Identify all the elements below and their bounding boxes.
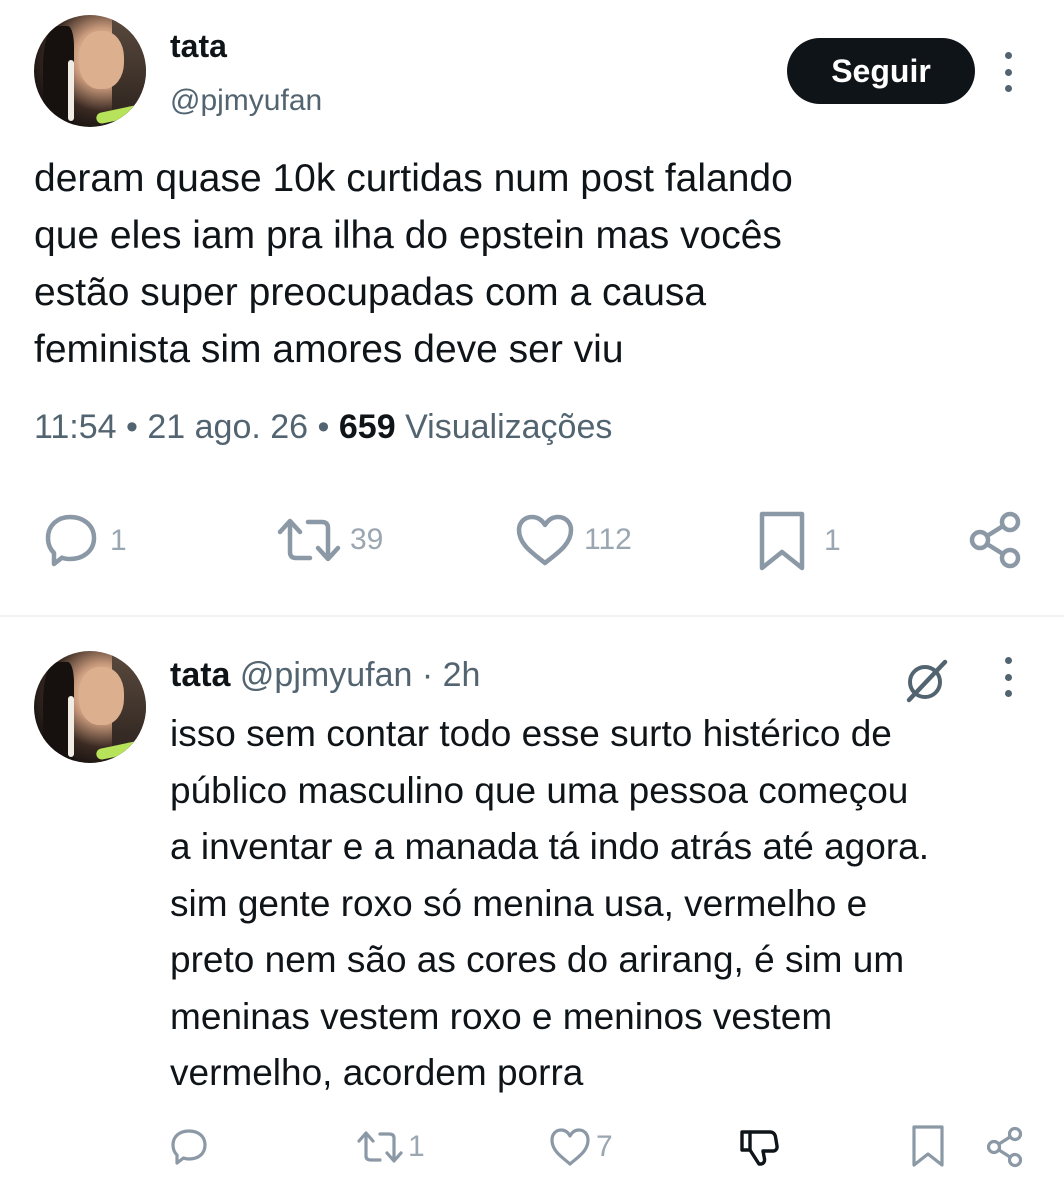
views-label: Visualizações [405, 408, 613, 446]
share-button[interactable] [984, 1126, 1026, 1168]
more-icon[interactable] [998, 657, 1018, 697]
like-button[interactable]: 7 [548, 1126, 613, 1168]
views-count: 659 [338, 408, 396, 446]
more-icon[interactable] [998, 52, 1018, 92]
avatar[interactable] [34, 651, 146, 763]
like-count: 7 [596, 1130, 613, 1163]
downvote-button[interactable] [738, 1126, 780, 1168]
meta-separator: • [126, 408, 138, 446]
grok-icon[interactable] [903, 656, 951, 704]
repost-icon [277, 518, 341, 562]
share-button[interactable] [966, 510, 1026, 570]
repost-count: 39 [350, 523, 384, 556]
heart-icon [550, 1128, 590, 1166]
follow-button[interactable]: Seguir [787, 38, 975, 104]
bookmark-icon [912, 1125, 944, 1167]
like-count: 112 [584, 523, 632, 556]
repost-button[interactable]: 39 [276, 512, 383, 568]
avatar[interactable] [34, 15, 146, 127]
post-time: 11:54 [34, 408, 117, 446]
post-text: deram quase 10k curtidas num post faland… [34, 157, 793, 371]
like-button[interactable]: 112 [514, 512, 632, 568]
share-icon [986, 1126, 1023, 1168]
reply-header: tata @pjmyufan · 2h [170, 656, 480, 695]
reply-text: isso sem contar todo esse surto histéric… [170, 713, 930, 1093]
post-time: · 2h [421, 656, 481, 694]
reply-button[interactable] [168, 1126, 210, 1168]
bookmark-count: 1 [824, 524, 841, 557]
reply-button[interactable]: 1 [40, 512, 127, 570]
bookmark-button[interactable] [908, 1124, 948, 1168]
author-name[interactable]: tata [170, 656, 230, 694]
bookmark-icon [759, 511, 805, 571]
reply-count: 1 [110, 524, 127, 557]
author-name[interactable]: tata [170, 28, 227, 65]
thumbs-down-icon [740, 1130, 779, 1166]
repost-button[interactable]: 1 [356, 1126, 425, 1168]
heart-icon [516, 514, 574, 566]
reply-icon [171, 1129, 207, 1165]
author-handle[interactable]: @pjmyufan [170, 84, 322, 118]
post-date: 21 ago. 26 [147, 408, 309, 446]
repost-count: 1 [408, 1130, 425, 1163]
repost-icon [357, 1131, 403, 1163]
meta-separator: • [317, 408, 330, 446]
share-icon [969, 511, 1021, 569]
reply-icon [45, 514, 97, 567]
post-meta: 11:54 • 21 ago. 26 • 659 Visualizações [34, 408, 612, 447]
author-handle[interactable]: @pjmyufan [240, 656, 412, 694]
bookmark-button[interactable]: 1 [754, 510, 841, 572]
divider [0, 615, 1064, 617]
